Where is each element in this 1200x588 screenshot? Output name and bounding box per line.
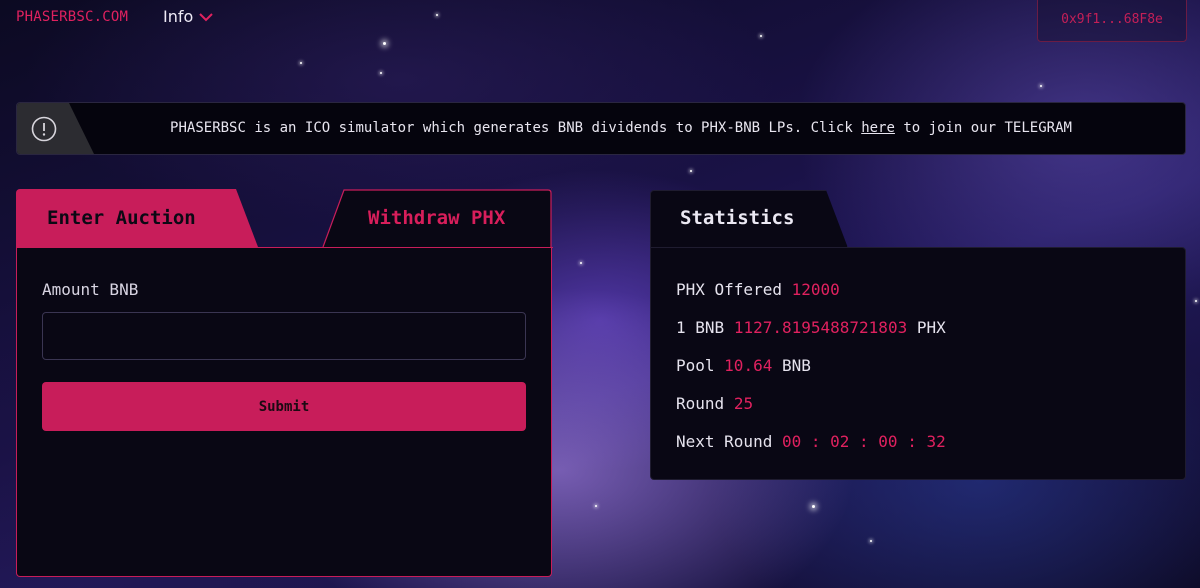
stat-unit: PHX xyxy=(916,318,946,337)
star-decoration xyxy=(1195,300,1197,302)
statistics-panel: PHX Offered 12000 1 BNB 1127.81954887218… xyxy=(650,247,1186,480)
chevron-down-icon xyxy=(199,12,213,21)
info-menu-label: Info xyxy=(163,7,194,26)
next-round-countdown: 00 : 02 : 00 : 32 xyxy=(781,432,946,451)
info-menu[interactable]: Info xyxy=(163,7,213,26)
star-decoration xyxy=(580,262,582,264)
stat-label: PHX Offered xyxy=(676,280,782,299)
stat-value: 1127.8195488721803 xyxy=(733,318,908,337)
stat-value: 10.64 xyxy=(724,356,773,375)
amount-bnb-input[interactable] xyxy=(42,312,526,360)
stat-rate: 1 BNB 1127.8195488721803 PHX xyxy=(676,318,946,337)
tab-enter-auction-label: Enter Auction xyxy=(47,207,196,229)
stat-label: Round xyxy=(676,394,725,413)
amount-label: Amount BNB xyxy=(42,280,139,299)
statistics-title: Statistics xyxy=(680,207,795,229)
star-decoration xyxy=(300,62,302,64)
tab-enter-auction[interactable]: Enter Auction xyxy=(16,189,258,247)
stat-phx-offered: PHX Offered 12000 xyxy=(676,280,840,299)
star-decoration xyxy=(595,505,597,507)
brand-logo-text[interactable]: PHASERBSC.COM xyxy=(16,9,128,25)
stat-round: Round 25 xyxy=(676,394,753,413)
stat-unit: BNB xyxy=(781,356,811,375)
star-decoration xyxy=(870,540,872,542)
stat-next-round: Next Round 00 : 02 : 00 : 32 xyxy=(676,432,946,451)
stat-label: 1 BNB xyxy=(676,318,725,337)
star-decoration xyxy=(1040,85,1042,87)
banner-text: PHASERBSC is an ICO simulator which gene… xyxy=(17,120,1185,136)
auction-panel: Amount BNB Submit xyxy=(16,247,553,577)
star-decoration xyxy=(690,170,692,172)
star-decoration xyxy=(436,14,438,16)
banner-text-before: PHASERBSC is an ICO simulator which gene… xyxy=(170,120,862,136)
star-decoration xyxy=(380,72,382,74)
star-decoration xyxy=(383,42,386,45)
stat-pool: Pool 10.64 BNB xyxy=(676,356,811,375)
telegram-link[interactable]: here xyxy=(861,120,895,136)
stat-label: Next Round xyxy=(676,432,773,451)
info-banner: PHASERBSC is an ICO simulator which gene… xyxy=(16,102,1186,155)
star-decoration xyxy=(760,35,762,37)
banner-text-after: to join our TELEGRAM xyxy=(894,120,1072,136)
tab-withdraw-phx-label: Withdraw PHX xyxy=(368,207,506,229)
stat-value: 25 xyxy=(733,394,754,413)
star-decoration xyxy=(812,505,815,508)
stat-label: Pool xyxy=(676,356,715,375)
stat-value: 12000 xyxy=(791,280,840,299)
submit-button[interactable]: Submit xyxy=(42,382,526,431)
wallet-address-button[interactable]: 0x9f1...68F8e xyxy=(1037,0,1187,42)
tab-withdraw-phx[interactable]: Withdraw PHX xyxy=(322,189,552,247)
